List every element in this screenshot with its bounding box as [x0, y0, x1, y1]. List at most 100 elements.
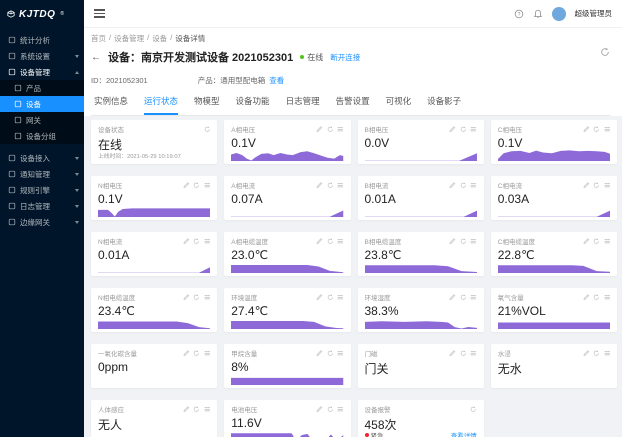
tab-设备影子[interactable]: 设备影子	[427, 95, 461, 115]
breadcrumb-item[interactable]: 设备管理	[114, 33, 144, 44]
edit-icon[interactable]	[449, 238, 456, 245]
sidebar-item-规则引擎[interactable]: 规则引擎	[0, 182, 84, 198]
menu-collapse-icon[interactable]	[94, 7, 105, 20]
username[interactable]: 超级管理员	[575, 8, 613, 19]
refresh-icon[interactable]	[327, 406, 334, 413]
list-icon[interactable]	[470, 350, 477, 357]
edit-icon[interactable]	[583, 350, 590, 357]
edit-icon[interactable]	[449, 294, 456, 301]
tab-可视化[interactable]: 可视化	[386, 95, 412, 115]
edit-icon[interactable]	[183, 182, 190, 189]
edit-icon[interactable]	[449, 350, 456, 357]
edit-icon[interactable]	[316, 294, 323, 301]
tab-运行状态[interactable]: 运行状态	[144, 95, 178, 115]
list-icon[interactable]	[604, 126, 611, 133]
sidebar-subitem-产品[interactable]: 产品	[0, 80, 84, 96]
help-icon[interactable]: ?	[514, 9, 524, 19]
tab-日志管理[interactable]: 日志管理	[286, 95, 320, 115]
list-icon[interactable]	[204, 182, 211, 189]
edit-icon[interactable]	[316, 182, 323, 189]
edit-icon[interactable]	[583, 238, 590, 245]
refresh-icon[interactable]	[460, 350, 467, 357]
edit-icon[interactable]	[183, 406, 190, 413]
sidebar-item-统计分析[interactable]: 统计分析	[0, 32, 84, 48]
list-icon[interactable]	[470, 182, 477, 189]
refresh-icon[interactable]	[593, 182, 600, 189]
refresh-icon[interactable]	[593, 294, 600, 301]
product-view-link[interactable]: 查看	[269, 76, 284, 85]
sidebar-item-边缘网关[interactable]: 边缘网关	[0, 214, 84, 230]
tab-设备功能[interactable]: 设备功能	[236, 95, 270, 115]
sidebar-item-系统设置[interactable]: 系统设置	[0, 48, 84, 64]
edit-icon[interactable]	[583, 294, 590, 301]
sidebar-item-通知管理[interactable]: 通知管理	[0, 166, 84, 182]
refresh-icon[interactable]	[593, 238, 600, 245]
list-icon[interactable]	[337, 294, 344, 301]
edit-icon[interactable]	[183, 238, 190, 245]
view-detail-link[interactable]: 查看详情	[451, 430, 477, 437]
refresh-icon[interactable]	[470, 406, 477, 413]
list-icon[interactable]	[470, 294, 477, 301]
list-icon[interactable]	[604, 294, 611, 301]
refresh-icon[interactable]	[327, 294, 334, 301]
disconnect-link[interactable]: 断开连接	[330, 52, 360, 63]
breadcrumb-item[interactable]: 首页	[91, 33, 106, 44]
tab-告警设置[interactable]: 告警设置	[336, 95, 370, 115]
refresh-icon[interactable]	[193, 294, 200, 301]
edit-icon[interactable]	[583, 182, 590, 189]
user-avatar[interactable]	[552, 7, 566, 21]
edit-icon[interactable]	[449, 182, 456, 189]
list-icon[interactable]	[337, 182, 344, 189]
list-icon[interactable]	[337, 126, 344, 133]
list-icon[interactable]	[204, 350, 211, 357]
list-icon[interactable]	[204, 294, 211, 301]
edit-icon[interactable]	[183, 350, 190, 357]
edit-icon[interactable]	[449, 126, 456, 133]
app-logo[interactable]: KJTDQ ®	[0, 0, 84, 28]
list-icon[interactable]	[337, 406, 344, 413]
refresh-icon[interactable]	[193, 238, 200, 245]
list-icon[interactable]	[604, 182, 611, 189]
refresh-icon[interactable]	[460, 182, 467, 189]
list-icon[interactable]	[204, 238, 211, 245]
refresh-icon[interactable]	[193, 350, 200, 357]
refresh-icon[interactable]	[193, 406, 200, 413]
refresh-icon[interactable]	[193, 182, 200, 189]
sidebar-item-设备管理[interactable]: 设备管理	[0, 64, 84, 80]
list-icon[interactable]	[604, 350, 611, 357]
back-arrow-icon[interactable]: ←	[91, 52, 101, 63]
list-icon[interactable]	[204, 406, 211, 413]
sidebar-subitem-网关[interactable]: 网关	[0, 112, 84, 128]
refresh-icon[interactable]	[327, 182, 334, 189]
edit-icon[interactable]	[316, 350, 323, 357]
sidebar-subitem-设备[interactable]: 设备	[0, 96, 84, 112]
rule-icon	[8, 186, 16, 194]
list-icon[interactable]	[470, 238, 477, 245]
list-icon[interactable]	[337, 350, 344, 357]
tab-物模型[interactable]: 物模型	[194, 95, 220, 115]
tab-实例信息[interactable]: 实例信息	[94, 95, 128, 115]
list-icon[interactable]	[470, 126, 477, 133]
list-icon[interactable]	[337, 238, 344, 245]
refresh-icon[interactable]	[460, 126, 467, 133]
refresh-icon[interactable]	[327, 126, 334, 133]
refresh-icon[interactable]	[593, 350, 600, 357]
edit-icon[interactable]	[316, 406, 323, 413]
refresh-icon[interactable]	[327, 350, 334, 357]
edit-icon[interactable]	[316, 126, 323, 133]
refresh-icon[interactable]	[204, 126, 211, 133]
refresh-icon[interactable]	[460, 238, 467, 245]
refresh-icon[interactable]	[460, 294, 467, 301]
refresh-icon[interactable]	[327, 238, 334, 245]
breadcrumb-item[interactable]: 设备	[152, 33, 167, 44]
edit-icon[interactable]	[316, 238, 323, 245]
bell-icon[interactable]	[533, 9, 543, 19]
refresh-icon[interactable]	[593, 126, 600, 133]
page-refresh-icon[interactable]	[600, 44, 610, 62]
sidebar-subitem-设备分组[interactable]: 设备分组	[0, 128, 84, 144]
sidebar-item-设备接入[interactable]: 设备接入	[0, 150, 84, 166]
edit-icon[interactable]	[583, 126, 590, 133]
edit-icon[interactable]	[183, 294, 190, 301]
sidebar-item-日志管理[interactable]: 日志管理	[0, 198, 84, 214]
list-icon[interactable]	[604, 238, 611, 245]
